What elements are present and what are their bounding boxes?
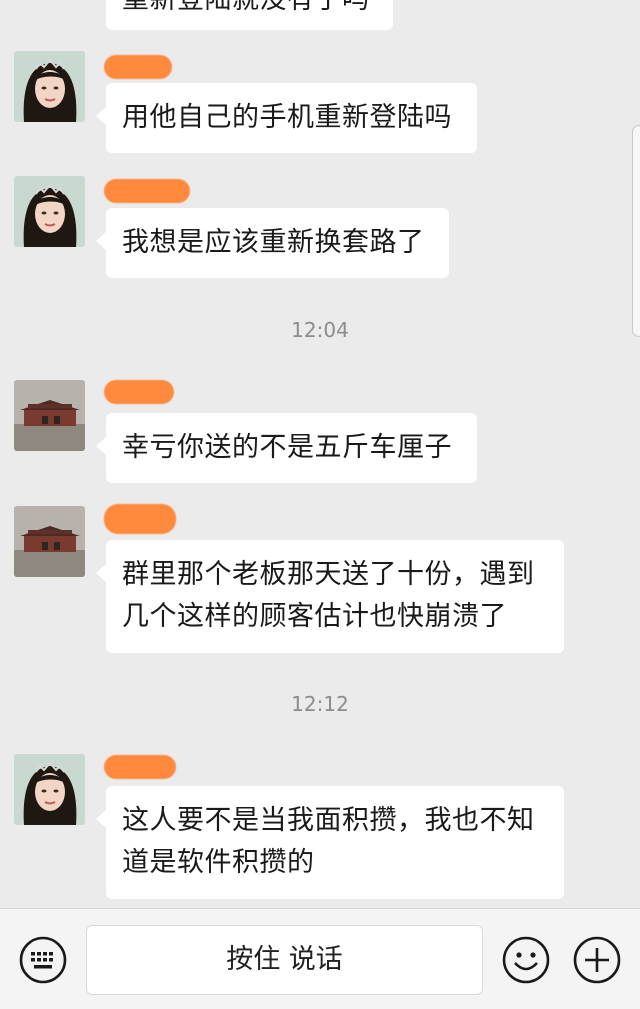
message-bubble[interactable]: 这人要不是当我面积攒，我也不知 道是软件积攒的 — [96, 786, 564, 899]
avatar[interactable] — [14, 51, 85, 122]
message-bubble[interactable]: 用他自己的手机重新登陆吗 — [96, 83, 477, 153]
avatar[interactable] — [14, 506, 85, 577]
message-bubble[interactable]: 幸亏你送的不是五斤车厘子 — [96, 413, 477, 483]
sender-name-redacted — [104, 55, 172, 79]
sender-name-redacted — [104, 755, 176, 779]
input-bar: 按住 说话 — [0, 908, 640, 1009]
message-text: 用他自己的手机重新登陆吗 — [122, 102, 452, 133]
avatar[interactable] — [14, 176, 85, 247]
plus-icon[interactable] — [572, 935, 622, 985]
message-text-line: 几个这样的顾客估计也快崩溃了 — [122, 601, 507, 632]
chat-area[interactable]: 重新登陆就没有了吗 用他自己的手机重新登陆吗 — [0, 0, 640, 908]
timestamp: 12:04 — [291, 318, 349, 342]
message-text-line: 道是软件积攒的 — [122, 847, 315, 878]
message-text: 重新登陆就没有了吗 — [122, 0, 370, 15]
sender-name-redacted — [104, 504, 176, 534]
message-bubble[interactable]: 群里那个老板那天送了十份，遇到 几个这样的顾客估计也快崩溃了 — [96, 540, 564, 653]
hold-to-talk-button[interactable]: 按住 说话 — [86, 925, 483, 995]
avatar[interactable] — [14, 380, 85, 451]
keyboard-icon[interactable] — [18, 935, 68, 985]
message-text-line: 群里那个老板那天送了十份，遇到 — [122, 559, 535, 590]
message-bubble[interactable]: 我想是应该重新换套路了 — [96, 208, 449, 278]
message-bubble[interactable]: 重新登陆就没有了吗 — [106, 0, 393, 30]
sender-name-redacted — [104, 380, 174, 404]
sender-name-redacted — [104, 179, 190, 203]
emoji-icon[interactable] — [501, 935, 551, 985]
message-text: 幸亏你送的不是五斤车厘子 — [122, 432, 452, 463]
message-text: 我想是应该重新换套路了 — [122, 227, 425, 258]
message-text-line: 这人要不是当我面积攒，我也不知 — [122, 805, 535, 836]
avatar[interactable] — [14, 754, 85, 825]
timestamp: 12:12 — [291, 692, 349, 716]
scroll-indicator[interactable] — [632, 125, 640, 337]
